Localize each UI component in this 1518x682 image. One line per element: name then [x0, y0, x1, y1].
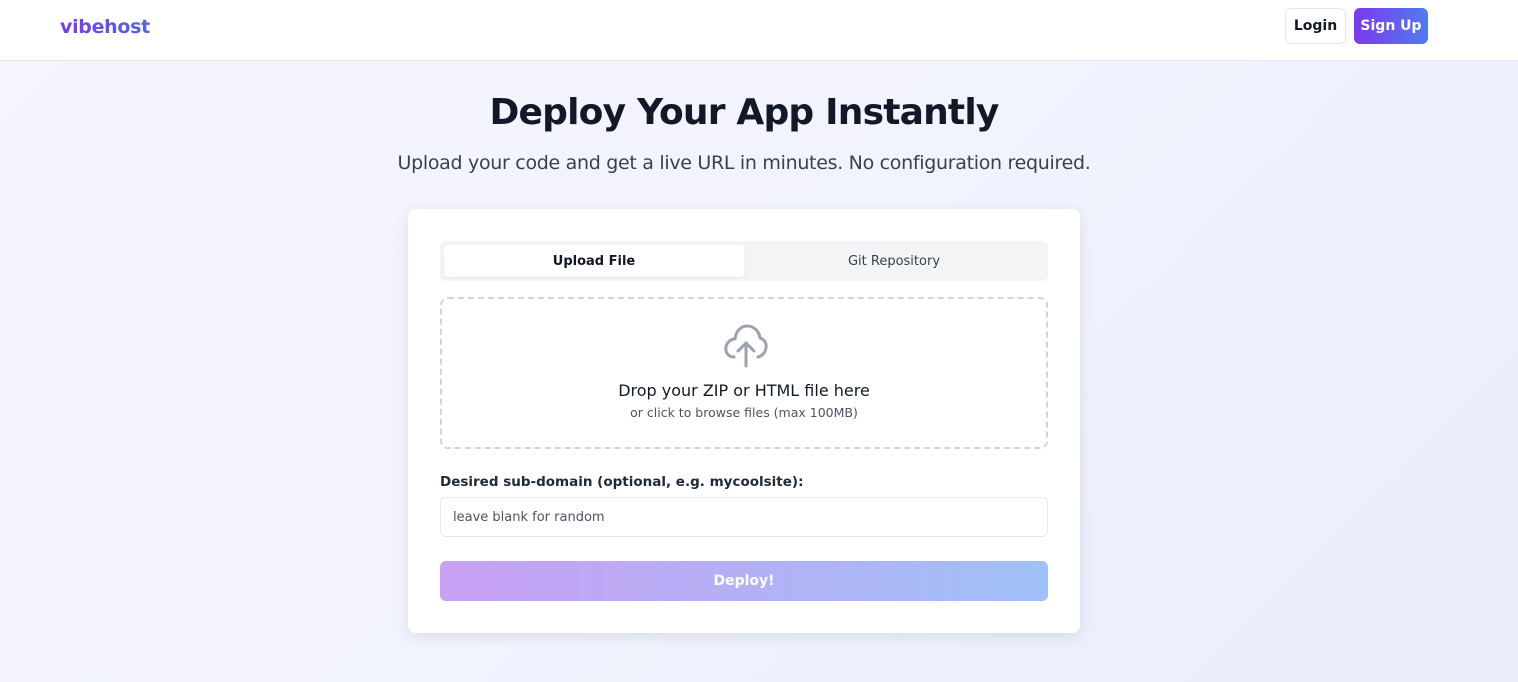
- file-dropzone[interactable]: Drop your ZIP or HTML file here or click…: [440, 297, 1048, 449]
- subdomain-input[interactable]: [440, 497, 1048, 537]
- tab-git-repository[interactable]: Git Repository: [744, 245, 1044, 277]
- cloud-upload-icon: [724, 324, 768, 368]
- tab-upload-file[interactable]: Upload File: [444, 245, 744, 277]
- source-tabs: Upload File Git Repository: [440, 241, 1048, 281]
- login-button[interactable]: Login: [1285, 8, 1346, 44]
- subdomain-label: Desired sub-domain (optional, e.g. mycoo…: [440, 474, 804, 490]
- page-title: Deploy Your App Instantly: [489, 92, 999, 133]
- deploy-button[interactable]: Deploy!: [440, 561, 1048, 601]
- top-navbar: vibehost Login Sign Up: [0, 0, 1518, 61]
- logo[interactable]: vibehost: [60, 16, 150, 38]
- deploy-card: Upload File Git Repository Drop your ZIP…: [408, 209, 1080, 633]
- signup-button[interactable]: Sign Up: [1354, 8, 1428, 44]
- dropzone-title: Drop your ZIP or HTML file here: [618, 381, 870, 400]
- dropzone-hint: or click to browse files (max 100MB): [630, 405, 858, 420]
- page-subtitle: Upload your code and get a live URL in m…: [397, 152, 1091, 174]
